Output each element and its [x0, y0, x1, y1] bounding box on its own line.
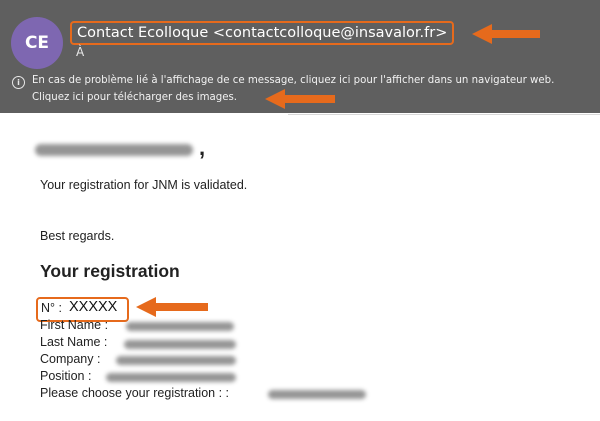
arrow-left-icon	[265, 89, 335, 109]
registration-heading: Your registration	[40, 261, 180, 281]
redacted-company	[116, 356, 236, 365]
registration-choice-label: Please choose your registration : :	[40, 386, 229, 400]
registration-number-label: N° :	[41, 301, 62, 315]
closing-text: Best regards.	[40, 229, 115, 243]
company-label: Company :	[40, 352, 101, 366]
redacted-last-name	[124, 340, 236, 349]
info-icon: i	[12, 76, 25, 89]
salutation-comma: ,	[199, 135, 206, 160]
redacted-recipient-name	[35, 144, 193, 156]
sender-avatar[interactable]: CE	[11, 17, 63, 69]
arrow-left-icon	[472, 24, 540, 44]
sender-address[interactable]: Contact Ecolloque <contactcolloque@insav…	[70, 21, 455, 45]
recipient-label: À	[76, 45, 85, 59]
download-images-link[interactable]: Cliquez ici pour télécharger des images.	[32, 92, 237, 103]
registration-number-value: XXXXX	[69, 299, 118, 315]
arrow-left-icon	[136, 297, 208, 317]
first-name-label: First Name :	[40, 318, 109, 332]
divider	[288, 114, 600, 115]
redacted-position	[106, 373, 236, 382]
last-name-label: Last Name :	[40, 335, 108, 349]
redacted-first-name	[126, 322, 234, 331]
view-in-browser-link[interactable]: En cas de problème lié à l'affichage de …	[32, 75, 554, 86]
position-label: Position :	[40, 369, 92, 383]
validation-text: Your registration for JNM is validated.	[40, 178, 248, 192]
redacted-registration-choice	[268, 390, 366, 399]
